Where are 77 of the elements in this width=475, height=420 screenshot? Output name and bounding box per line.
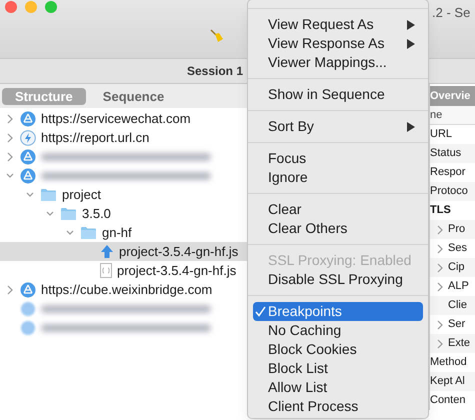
tree-row[interactable]: https://servicewechat.com (0, 109, 247, 128)
tree-row[interactable]: gn-hf (0, 223, 247, 242)
field-label: URL (430, 127, 452, 142)
tree-row[interactable]: https://cube.weixinbridge.com (0, 280, 247, 299)
tree-label: project (62, 186, 102, 204)
tree-label: https://cube.weixinbridge.com (41, 280, 212, 299)
menu-item[interactable]: Breakpoints (253, 302, 423, 321)
menu-item[interactable]: Sort By (253, 117, 423, 136)
field-label: ALP (448, 279, 469, 294)
tree-label: project-3.5.4-gn-hf.js (119, 242, 238, 261)
script-file-icon (100, 263, 112, 278)
tree-row[interactable]: https://report.url.cn (0, 128, 247, 147)
close-button[interactable] (5, 1, 17, 13)
chevron-icon[interactable] (436, 338, 444, 348)
bolt-icon (20, 130, 36, 146)
tree-label: https://report.url.cn (41, 128, 150, 147)
view-tab[interactable]: Sequence (90, 88, 178, 104)
chevron-icon[interactable] (436, 224, 444, 234)
folder-icon (40, 188, 57, 202)
chevron-icon[interactable] (6, 114, 14, 124)
zoom-button[interactable] (45, 1, 57, 13)
chevron-icon[interactable] (6, 152, 14, 162)
field-label: Ser (448, 317, 466, 332)
field-label: Respor (430, 165, 466, 180)
field-label: Cip (448, 260, 465, 276)
menu-item[interactable]: Focus (253, 149, 423, 168)
column-header: ne (430, 106, 475, 125)
menu-item[interactable]: Disable SSL Proxying (253, 270, 423, 289)
chevron-icon[interactable] (436, 244, 444, 254)
menu-item[interactable]: Allow List (253, 378, 423, 397)
menu-item[interactable]: Client Process (253, 397, 423, 416)
field-label: Conten (430, 393, 466, 408)
menu-item[interactable]: Ignore (253, 168, 423, 187)
chevron-icon[interactable] (46, 208, 54, 218)
broom-icon[interactable] (210, 29, 224, 43)
field-label: Protoco (430, 184, 468, 200)
tree-row[interactable]: 3.5.0 (0, 204, 247, 223)
submenu-arrow-icon (407, 122, 415, 132)
tree-label: https://servicewechat.com (41, 110, 191, 128)
menu-item[interactable]: Clear (253, 200, 423, 219)
up-arrow-icon (100, 244, 114, 259)
tree-row[interactable]: project (0, 185, 247, 204)
folder-icon (60, 206, 77, 220)
section-label: TLS (430, 203, 451, 218)
field-label: Kept Al (430, 374, 465, 390)
field-label: Ses (448, 241, 467, 256)
field-label: Status (430, 146, 462, 162)
chevron-icon[interactable] (6, 284, 14, 294)
tree-row[interactable]: project-3.5.4-gn-hf.js (0, 261, 247, 280)
menu-item[interactable]: View Response As (253, 34, 423, 53)
field-label: Pro (448, 222, 466, 238)
blurred-icon (20, 320, 36, 336)
chevron-icon[interactable] (66, 228, 74, 238)
field-label: Method (430, 355, 467, 370)
menu-item[interactable]: Show in Sequence (253, 85, 423, 104)
chevron-icon[interactable] (6, 132, 14, 142)
menu-item[interactable]: Clear Others (253, 219, 423, 238)
window-title: .2 - Se (431, 4, 470, 22)
folder-icon (80, 226, 97, 240)
field-label: Exte (448, 336, 470, 352)
menu-item[interactable]: Viewer Mappings... (253, 53, 423, 72)
menu-item[interactable]: No Caching (253, 321, 423, 340)
chevron-icon[interactable] (436, 262, 444, 272)
chevron-icon[interactable] (436, 282, 444, 292)
blurred-icon (20, 300, 36, 316)
menu-item[interactable]: Block Cookies (253, 340, 423, 359)
menu-item[interactable]: Block List (253, 359, 423, 378)
chevron-icon[interactable] (26, 190, 34, 200)
tree-row[interactable]: project-3.5.4-gn-hf.js (0, 242, 247, 261)
menu-item[interactable]: View Request As (253, 15, 423, 34)
chevron-icon[interactable] (436, 320, 444, 330)
session-tab[interactable]: Session 1 (186, 62, 243, 80)
tree-label: 3.5.0 (82, 204, 111, 223)
chevron-icon[interactable] (6, 170, 14, 180)
field-label: Clie (448, 298, 467, 314)
tree-label: project-3.5.4-gn-hf.js (117, 262, 236, 280)
tree-label: gn-hf (102, 224, 132, 242)
